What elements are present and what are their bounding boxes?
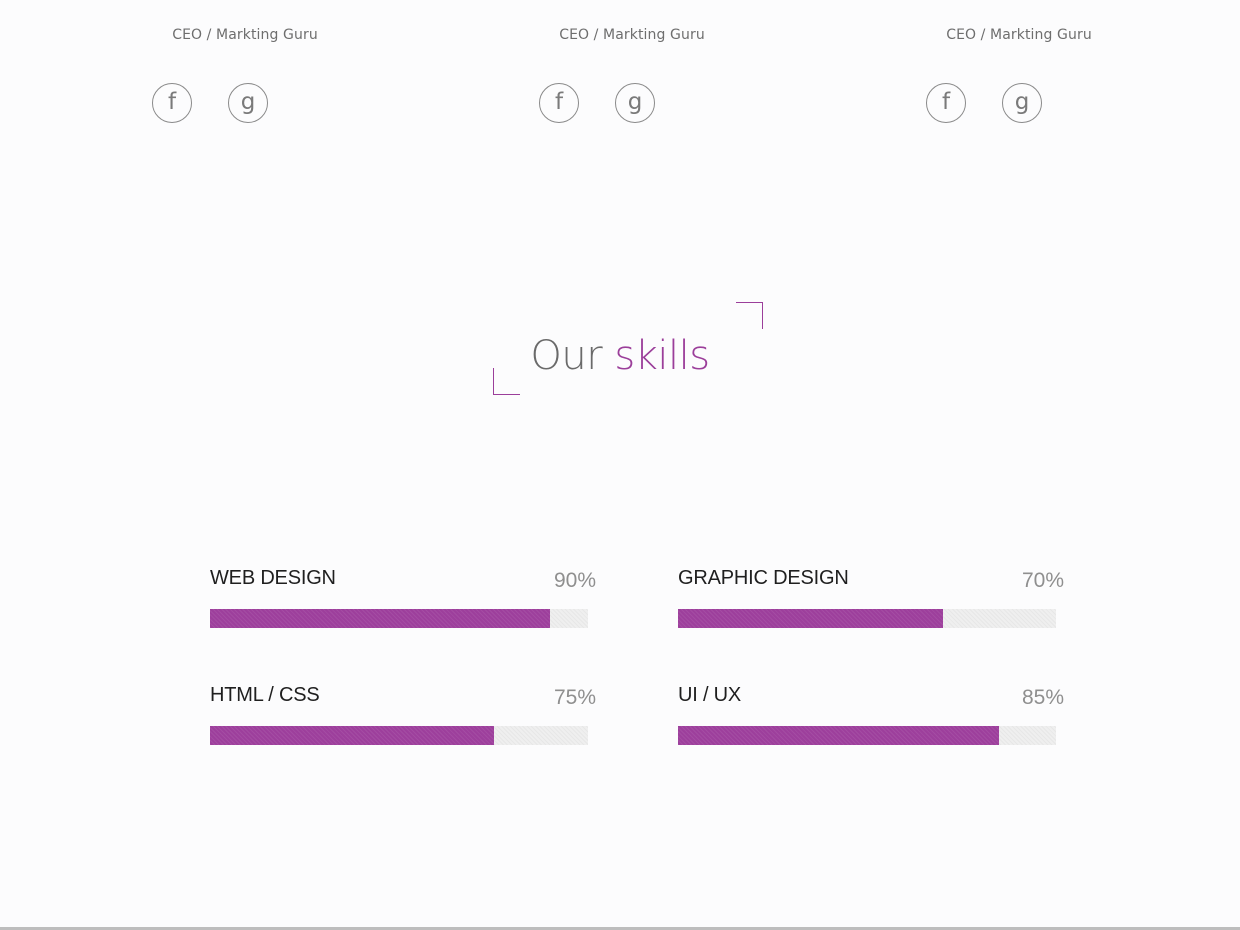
google-plus-icon[interactable]: g [1002,83,1042,123]
skill-item-html-css: HTML / CSS 75% [210,684,596,754]
social-links: f g [152,83,338,125]
skill-item-graphic-design: GRAPHIC DESIGN 70% [678,567,1064,637]
skill-item-ui-ux: UI / UX 85% [678,684,1064,754]
section-title-word: Our [530,333,603,379]
heading-corner-decoration-bottom-left [493,368,520,395]
progress-bar-track [210,609,588,628]
team-member-role: CEO / Markting Guru [172,27,318,43]
section-title-accent-word: skills [614,333,710,379]
skill-name: UI / UX [678,684,742,706]
team-member-role: CEO / Markting Guru [559,27,705,43]
skill-name: HTML / CSS [210,684,320,706]
team-member-card-3: CEO / Markting Guru f g [909,25,1129,123]
skill-percent: 75% [553,686,596,709]
facebook-icon[interactable]: f [926,83,966,123]
progress-bar-track [210,726,588,745]
skill-percent: 70% [1021,569,1064,592]
progress-bar-fill [678,726,1000,745]
progress-bar-fill [210,609,551,628]
social-links: f g [926,83,1112,125]
skill-percent: 85% [1021,686,1064,709]
progress-bar-fill [210,726,494,745]
social-links: f g [539,83,725,125]
skill-item-web-design: WEB DESIGN 90% [210,567,596,637]
progress-bar-track [678,609,1056,628]
google-plus-icon[interactable]: g [228,83,268,123]
skill-name: GRAPHIC DESIGN [678,567,849,589]
facebook-icon[interactable]: f [539,83,579,123]
team-member-card-2: CEO / Markting Guru f g [522,25,742,123]
team-member-card-1: CEO / Markting Guru f g [135,25,355,123]
team-member-role: CEO / Markting Guru [946,27,1092,43]
facebook-icon[interactable]: f [152,83,192,123]
section-title: Our skills [0,330,1240,382]
skill-percent: 90% [553,569,596,592]
google-plus-icon[interactable]: g [615,83,655,123]
skill-name: WEB DESIGN [210,567,336,589]
heading-corner-decoration-top-right [736,302,763,329]
progress-bar-track [678,726,1056,745]
progress-bar-fill [678,609,943,628]
